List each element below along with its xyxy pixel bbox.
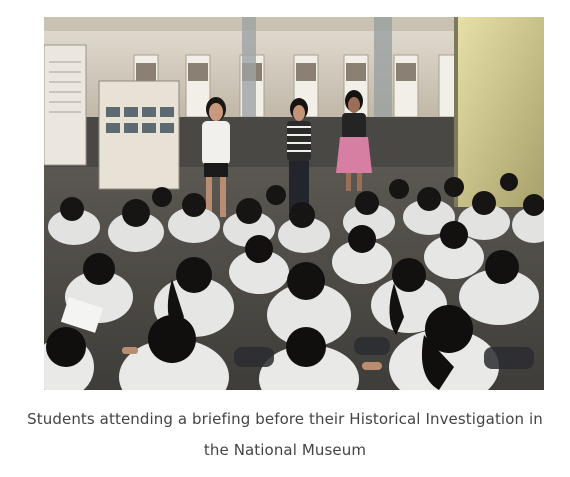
photo-illustration: [44, 17, 544, 390]
photo-caption: Students attending a briefing before the…: [27, 410, 543, 459]
briefing-photo: [44, 17, 544, 390]
info-board: [44, 44, 87, 166]
brochure-stand: [98, 80, 180, 190]
figure: Students attending a briefing before the…: [0, 0, 570, 477]
lit-panel: [454, 17, 544, 207]
